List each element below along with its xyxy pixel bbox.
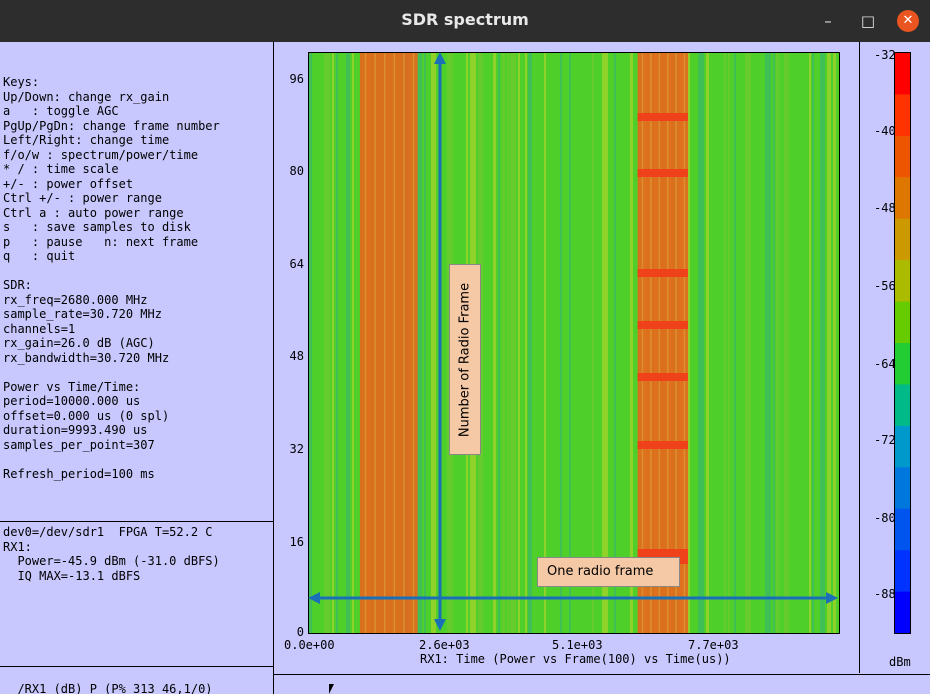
- vertical-arrowhead-bottom: [434, 619, 446, 631]
- colorbar-segment: [895, 53, 910, 96]
- colorbar-segment: [895, 260, 910, 303]
- colorbar-segment: [895, 301, 910, 344]
- horizontal-arrowhead-left: [308, 592, 320, 604]
- horizontal-arrowhead-right: [826, 592, 838, 604]
- colorbar-segment: [895, 591, 910, 634]
- annotation-vertical-text: Number of Radio Frame: [457, 282, 473, 437]
- colorbar-tick-label: -88: [874, 587, 896, 601]
- colorbar-unit-label: dBm: [889, 655, 911, 669]
- colorbar-segment: [895, 343, 910, 386]
- colorbar-segment: [895, 218, 910, 262]
- colorbar-tick-label: -40: [874, 124, 896, 138]
- colorbar-segment: [895, 425, 910, 469]
- colorbar-segment: [895, 177, 910, 220]
- bottom-strip: [274, 674, 930, 675]
- colorbar-tick-label: -32: [874, 48, 896, 62]
- colorbar-segment: [895, 550, 910, 593]
- colorbar-segment: [895, 384, 910, 427]
- colorbar-gradient: [895, 53, 910, 634]
- colorbar-segment: [895, 467, 910, 510]
- colorbar-tick-label: -72: [874, 433, 896, 447]
- colorbar-tick-label: -80: [874, 511, 896, 525]
- colorbar-tick-label: -56: [874, 279, 896, 293]
- mouse-cursor-icon: [329, 684, 334, 694]
- annotation-one-radio-frame: One radio frame: [537, 557, 680, 587]
- annotation-horizontal-text: One radio frame: [547, 564, 654, 579]
- colorbar-tick-label: -48: [874, 201, 896, 215]
- colorbar-segment: [895, 135, 910, 179]
- colorbar-segment: [895, 94, 910, 137]
- colorbar-tick-label: -64: [874, 357, 896, 371]
- colorbar-segment: [895, 508, 910, 552]
- annotation-number-of-radio-frame: Number of Radio Frame: [449, 264, 481, 455]
- vertical-arrowhead-top: [434, 52, 446, 64]
- colorbar: [894, 52, 911, 634]
